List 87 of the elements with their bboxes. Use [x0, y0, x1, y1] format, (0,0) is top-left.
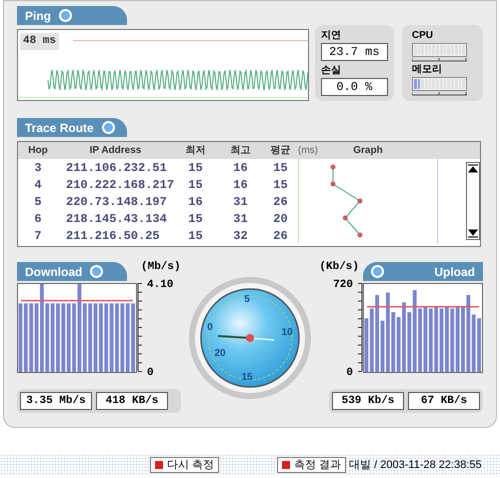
bar — [370, 308, 374, 372]
bar — [418, 308, 422, 372]
reading-value: 418 KB/s — [96, 392, 168, 410]
scroll-down-icon[interactable] — [467, 227, 479, 239]
axis-tick-label: 0 — [147, 366, 154, 381]
table-cell-text: 31 — [232, 210, 249, 228]
table-cell-text: 5 — [33, 194, 43, 210]
table-cell-text: 218.145.43.134 — [65, 210, 168, 228]
column-header: 평균 — [270, 144, 292, 158]
loss-value: 0.0 % — [320, 78, 388, 96]
table-cell-text: 31 — [232, 194, 249, 210]
field-label: 지연 — [320, 29, 342, 43]
bar — [477, 318, 481, 372]
bar — [440, 308, 444, 372]
bar — [461, 307, 465, 372]
table-cell-text: 15 — [187, 228, 204, 244]
tab-label: Trace Route — [25, 120, 94, 136]
table-cell-text: 210.222.168.217 — [65, 176, 173, 194]
tab-label: Ping — [25, 8, 51, 24]
bar — [386, 292, 390, 372]
axis-tick-label: 4.10 — [147, 278, 174, 293]
axis-ticks-icon — [137, 283, 145, 372]
table-cell-text: 15 — [187, 160, 204, 176]
bar — [396, 317, 401, 372]
bar — [466, 295, 470, 372]
table-cell-text: 6 — [33, 210, 43, 228]
bar — [428, 308, 433, 372]
bar — [402, 302, 406, 372]
table-cell-text: 16 — [232, 176, 249, 194]
column-header: Hop — [27, 144, 49, 158]
scrollbar[interactable] — [466, 162, 480, 240]
column-header: 최고 — [230, 144, 252, 158]
meter-scale-icon — [412, 91, 467, 96]
table-cell-text: 3 — [33, 160, 43, 176]
table-cell-text: 4 — [33, 176, 43, 194]
axis-ticks-icon — [355, 283, 363, 372]
table-cell-text: 15 — [272, 160, 289, 176]
bar — [380, 320, 384, 372]
meter-scale-icon — [412, 57, 467, 62]
table-cell-text: 20 — [272, 210, 289, 228]
axis-tick-label: 0 — [346, 366, 353, 381]
table-cell-text: 32 — [232, 228, 249, 244]
scroll-up-icon[interactable] — [467, 163, 479, 175]
unit-label: (ms) — [298, 144, 319, 158]
axis-tick-label: 720 — [333, 278, 353, 293]
bullet-icon — [155, 461, 163, 469]
axis-unit: (Mb/s) — [141, 260, 181, 275]
table-cell-text: 16 — [232, 160, 249, 176]
status-text: 대빌 / 2003-11-28 22:38:55 — [349, 458, 482, 473]
table-cell-text: 15 — [187, 210, 204, 228]
field-label: CPU — [412, 29, 434, 43]
table-cell-text: 15 — [272, 176, 289, 194]
tab-label: Upload — [434, 264, 475, 280]
bar — [407, 312, 412, 372]
table-cell-text: 7 — [33, 228, 43, 244]
latency-value: 23.7 ms — [320, 43, 388, 61]
field-label: 메모리 — [412, 63, 443, 77]
retest-button[interactable]: 다시 측정 — [150, 457, 220, 473]
bar — [391, 312, 396, 372]
bar — [444, 307, 449, 372]
table-cell-text: 211.106.232.51 — [65, 160, 168, 176]
field-label: 손실 — [320, 64, 342, 78]
table-cell-text: 26 — [272, 194, 289, 210]
bar — [375, 295, 380, 372]
ping-scale-label: 48 ms — [20, 33, 60, 50]
bar — [424, 307, 428, 372]
column-header: IP Address — [88, 144, 142, 158]
table-cell-text: 211.216.50.25 — [65, 228, 161, 244]
tab-label: Download — [25, 264, 82, 280]
bullet-icon — [282, 461, 290, 469]
column-header: Graph — [352, 144, 384, 158]
column-header: 최저 — [184, 144, 206, 158]
reading-value: 3.35 Mb/s — [20, 392, 92, 410]
bar — [450, 308, 454, 372]
table-cell-text: 26 — [272, 228, 289, 244]
bar — [364, 318, 368, 372]
reading-value: 539 Kb/s — [332, 392, 404, 410]
bar — [472, 314, 476, 372]
bar — [434, 307, 438, 372]
table-cell-text: 220.73.148.197 — [65, 194, 168, 210]
table-cell-text: 16 — [187, 194, 204, 210]
reading-value: 67 KB/s — [408, 392, 480, 410]
table-cell-text: 15 — [187, 176, 204, 194]
bar — [456, 307, 460, 372]
results-button[interactable]: 측정 결과 — [277, 457, 346, 473]
axis-unit: (Kb/s) — [319, 260, 359, 275]
speed-dial-drawing: 0 5 10 15 20 — [188, 276, 312, 400]
